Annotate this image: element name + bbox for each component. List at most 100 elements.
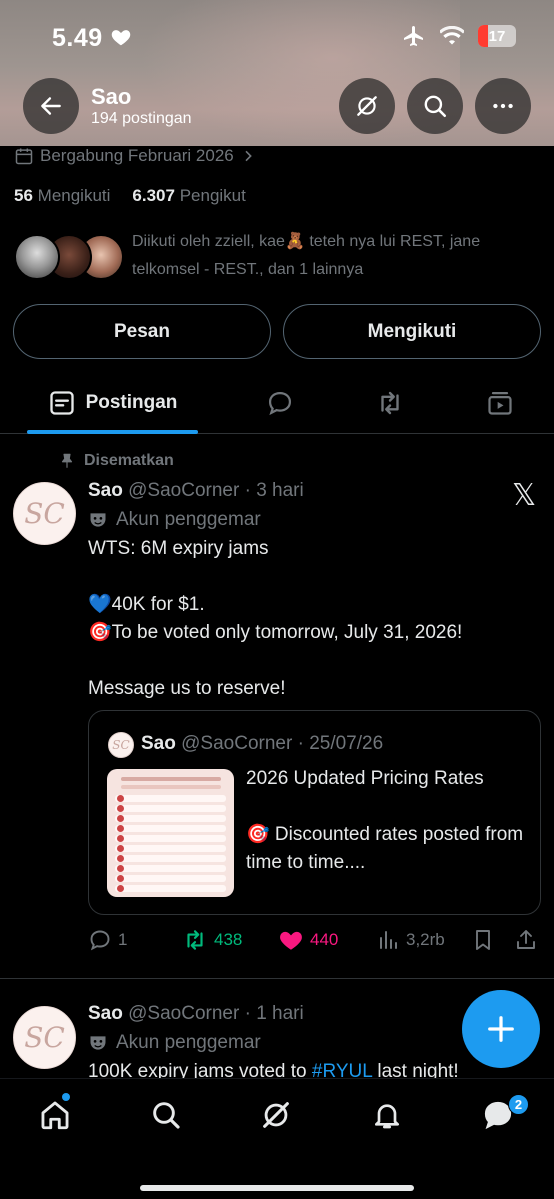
heart-filled-icon (280, 931, 302, 950)
followed-by-text[interactable]: Diikuti oleh zziell, kae🧸 teteh nya lui … (132, 228, 532, 284)
tab-replies[interactable] (250, 372, 310, 434)
repost-icon (381, 391, 399, 415)
repost-icon (187, 930, 203, 950)
status-time: 5.49 (52, 24, 103, 52)
nav-notifications[interactable] (367, 1095, 407, 1135)
arrow-left-icon (41, 97, 61, 115)
home-icon (41, 1101, 69, 1130)
bell-icon (375, 1104, 399, 1129)
more-icon (493, 103, 513, 109)
header-post-count: 194 postingan (91, 110, 192, 127)
search-icon (424, 95, 447, 118)
follow-stats: 56 Mengikuti 6.307 Pengikut (14, 186, 246, 206)
more-button[interactable] (475, 78, 531, 134)
quoted-post[interactable]: SC Sao @SaoCorner · 25/07/26 2026 Update… (88, 710, 541, 915)
bookmark-icon (476, 930, 490, 950)
reply-icon (268, 391, 292, 416)
calendar-icon (15, 148, 33, 165)
mutual-followers-avatars[interactable] (14, 234, 124, 280)
joined-date[interactable]: Bergabung Februari 2026 (14, 146, 256, 166)
profile-tabs: Postingan (0, 372, 554, 434)
airplane-icon (404, 26, 423, 46)
status-bar: 5.49 17 (0, 0, 554, 74)
post-handle-time: @SaoCorner · 1 hari (128, 1003, 304, 1024)
quote-author: Sao (141, 733, 176, 754)
post-text: WTS: 6M expiry jams 💙40K for $1. 🎯To be … (88, 538, 463, 699)
tab-media[interactable] (470, 372, 530, 434)
nav-home[interactable] (35, 1095, 75, 1135)
repost-count: 438 (214, 930, 243, 949)
mask-icon (90, 513, 106, 527)
fan-account-text: Akun penggemar (116, 509, 261, 530)
post-avatar[interactable]: SC (13, 1006, 76, 1069)
mask-icon (90, 1036, 106, 1050)
tab-posts-label: Postingan (85, 392, 178, 413)
compose-button[interactable] (462, 990, 540, 1068)
back-button[interactable] (23, 78, 79, 134)
quote-header: Sao @SaoCorner · 25/07/26 (141, 733, 383, 755)
quote-avatar: SC (108, 732, 134, 758)
search-button[interactable] (407, 78, 463, 134)
active-tab-indicator (27, 430, 198, 434)
fan-account-label: Akun penggemar (88, 509, 261, 531)
repost-button[interactable]: 438 (182, 924, 242, 956)
video-icon (488, 391, 512, 415)
joined-label: Bergabung Februari 2026 (40, 146, 234, 165)
fan-account-text: Akun penggemar (116, 1032, 261, 1053)
like-count: 440 (310, 930, 339, 949)
following-button[interactable]: Mengikuti (283, 304, 541, 359)
post-author: Sao (88, 480, 123, 501)
tab-reposts[interactable] (360, 372, 420, 434)
followers-label: Pengikut (179, 186, 246, 205)
x-logo-icon: 𝕏 (512, 478, 537, 513)
pinned-label: Disematkan (58, 452, 174, 470)
nav-search[interactable] (146, 1095, 186, 1135)
quote-text: 2026 Updated Pricing Rates 🎯 Discounted … (246, 768, 524, 873)
battery-indicator: 17 (478, 25, 516, 47)
posts-icon (49, 391, 74, 415)
post-handle-time: @SaoCorner · 3 hari (128, 480, 304, 501)
pinned-text: Disematkan (84, 452, 174, 469)
heart-icon (111, 30, 131, 46)
post-avatar[interactable]: SC (13, 482, 76, 545)
bottom-navigation (0, 1078, 554, 1199)
pin-icon (61, 453, 73, 468)
views-count: 3,2rb (406, 930, 445, 949)
home-indicator[interactable] (140, 1185, 414, 1191)
reply-icon (90, 930, 110, 951)
following-count: 56 (14, 186, 33, 205)
grok-button[interactable] (339, 78, 395, 134)
nav-grok[interactable] (256, 1095, 296, 1135)
battery-level: 17 (488, 27, 506, 45)
reply-button[interactable]: 1 (88, 924, 127, 956)
tab-posts[interactable]: Postingan (27, 372, 198, 434)
bookmark-button[interactable] (471, 924, 495, 956)
followers-link[interactable]: 6.307 Pengikut (132, 186, 245, 205)
views-button[interactable]: 3,2rb (376, 924, 445, 956)
post-divider (0, 978, 554, 979)
post-actions: 1 438 440 3,2rb (88, 924, 540, 956)
home-unread-dot (62, 1093, 70, 1101)
search-icon (153, 1102, 180, 1129)
chevron-right-icon (245, 150, 252, 162)
post-header[interactable]: Sao @SaoCorner · 1 hari (88, 1003, 304, 1025)
views-chart-icon (380, 931, 397, 949)
like-button[interactable]: 440 (278, 924, 338, 956)
following-label: Mengikuti (37, 186, 111, 205)
share-button[interactable] (514, 924, 538, 956)
messages-badge: 2 (508, 1094, 529, 1115)
header-name: Sao (91, 84, 132, 109)
profile-banner: 5.49 17 Sao 194 postingan (0, 0, 554, 146)
grok-icon (263, 1102, 289, 1128)
following-link[interactable]: 56 Mengikuti (14, 186, 110, 205)
message-button[interactable]: Pesan (13, 304, 271, 359)
post-author: Sao (88, 1003, 123, 1024)
post-header[interactable]: Sao @SaoCorner · 3 hari (88, 480, 304, 502)
followers-count: 6.307 (132, 186, 175, 205)
quote-thumbnail-image[interactable] (107, 769, 234, 897)
avatar (14, 234, 60, 280)
reply-count: 1 (118, 930, 128, 949)
grok-icon (357, 96, 377, 116)
wifi-icon (440, 26, 464, 45)
fan-account-label: Akun penggemar (88, 1032, 261, 1054)
